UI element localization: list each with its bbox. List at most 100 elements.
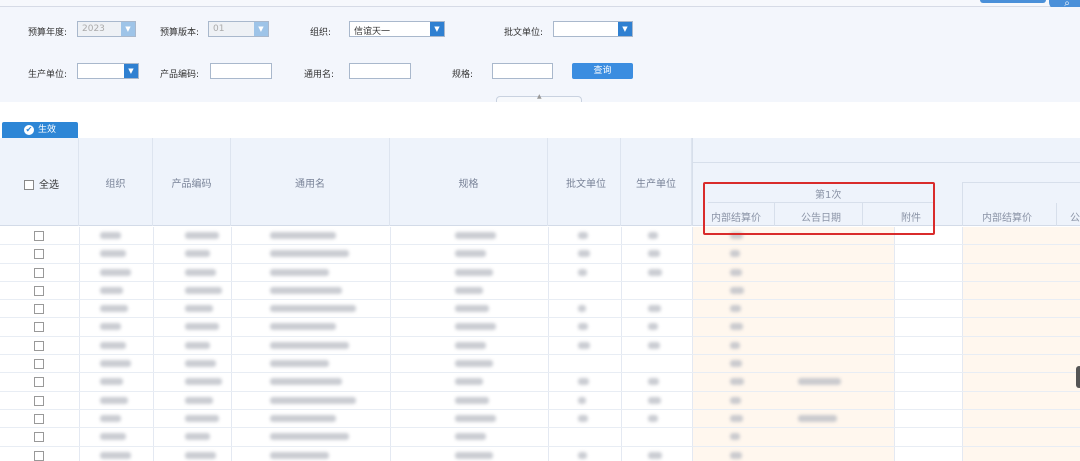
filter-panel: 预算年度: 2023 ▼ 预算版本: 01 ▼ 组织: 信谊天一 ▼ 批文单位:… bbox=[0, 7, 1080, 102]
budget-version-label: 预算版本: bbox=[160, 28, 200, 38]
common-name-input[interactable] bbox=[349, 63, 411, 79]
obscured-cell bbox=[798, 378, 841, 386]
obscured-cell bbox=[455, 451, 493, 459]
chevron-down-icon[interactable]: ▼ bbox=[618, 22, 632, 36]
table-row[interactable] bbox=[0, 373, 1080, 392]
obscured-cell bbox=[455, 323, 496, 331]
row-checkbox[interactable] bbox=[34, 432, 44, 443]
row-checkbox[interactable] bbox=[34, 340, 44, 351]
production-unit-select[interactable]: ▼ bbox=[77, 63, 139, 79]
org-select[interactable]: 信谊天一 ▼ bbox=[349, 21, 445, 37]
obscured-cell bbox=[648, 414, 658, 422]
table-row[interactable] bbox=[0, 428, 1080, 447]
obscured-cell bbox=[730, 341, 740, 349]
obscured-cell bbox=[578, 250, 591, 258]
obscured-cell bbox=[270, 341, 349, 349]
row-checkbox[interactable] bbox=[34, 304, 44, 315]
row-checkbox[interactable] bbox=[34, 267, 44, 278]
obscured-cell bbox=[270, 286, 343, 294]
obscured-cell bbox=[648, 323, 658, 331]
obscured-cell bbox=[578, 232, 589, 239]
table-row[interactable] bbox=[0, 245, 1080, 264]
top-tab-indicator bbox=[980, 0, 1046, 3]
table-row[interactable] bbox=[0, 337, 1080, 356]
table-row[interactable] bbox=[0, 318, 1080, 337]
horizontal-scrollbar-thumb[interactable] bbox=[1076, 366, 1080, 388]
obscured-cell bbox=[100, 250, 126, 258]
spec-input[interactable] bbox=[492, 63, 553, 79]
row-checkbox[interactable] bbox=[34, 231, 44, 241]
obscured-cell bbox=[100, 378, 124, 386]
col-header-production-unit[interactable]: 生产单位 bbox=[621, 138, 692, 226]
obscured-cell bbox=[185, 396, 214, 404]
col-header-internal-price-2[interactable]: 内部结算价 bbox=[982, 209, 1032, 224]
select-all[interactable]: 全选 bbox=[24, 176, 59, 191]
budget-version-select[interactable]: 01 ▼ bbox=[208, 21, 269, 37]
org-label: 组织: bbox=[310, 28, 332, 38]
obscured-cell bbox=[578, 323, 589, 331]
col-header-common-name[interactable]: 通用名 bbox=[231, 138, 390, 226]
group2-top-line bbox=[962, 182, 1080, 183]
obscured-cell bbox=[798, 414, 837, 422]
obscured-cell bbox=[100, 433, 126, 441]
col-header-org[interactable]: 组织 bbox=[79, 138, 153, 226]
generate-button[interactable]: ✔ 生效 bbox=[2, 122, 78, 138]
row-checkbox[interactable] bbox=[34, 413, 44, 424]
table-row[interactable] bbox=[0, 300, 1080, 319]
obscured-cell bbox=[455, 268, 493, 276]
table-row[interactable] bbox=[0, 447, 1080, 461]
obscured-cell bbox=[730, 286, 745, 294]
obscured-cell bbox=[730, 250, 740, 258]
query-button[interactable]: 查询 bbox=[572, 63, 633, 79]
chevron-up-icon: ▲ bbox=[537, 93, 542, 100]
chevron-down-icon[interactable]: ▼ bbox=[430, 22, 444, 36]
row-checkbox[interactable] bbox=[34, 395, 44, 406]
obscured-cell bbox=[100, 341, 126, 349]
obscured-cell bbox=[100, 451, 131, 459]
col-header-approval-unit[interactable]: 批文单位 bbox=[548, 138, 621, 226]
obscured-cell bbox=[578, 378, 590, 386]
row-checkbox[interactable] bbox=[34, 359, 44, 370]
col-header-spec[interactable]: 规格 bbox=[390, 138, 548, 226]
obscured-cell bbox=[455, 232, 496, 239]
chevron-down-icon[interactable]: ▼ bbox=[124, 64, 138, 78]
table-row[interactable] bbox=[0, 410, 1080, 429]
grid-body bbox=[0, 227, 1080, 461]
obscured-cell bbox=[270, 433, 349, 441]
obscured-cell bbox=[185, 268, 216, 276]
obscured-cell bbox=[455, 378, 483, 386]
table-row[interactable] bbox=[0, 282, 1080, 301]
chevron-down-icon[interactable]: ▼ bbox=[254, 22, 268, 36]
obscured-cell bbox=[648, 396, 662, 404]
row-checkbox[interactable] bbox=[34, 450, 44, 461]
obscured-cell bbox=[730, 268, 743, 276]
approval-unit-select[interactable]: ▼ bbox=[553, 21, 633, 37]
obscured-cell bbox=[648, 250, 661, 258]
obscured-cell bbox=[185, 305, 214, 313]
row-checkbox[interactable] bbox=[34, 285, 44, 296]
chevron-down-icon[interactable]: ▼ bbox=[121, 22, 135, 36]
production-unit-label: 生产单位: bbox=[28, 70, 68, 80]
obscured-cell bbox=[270, 323, 336, 331]
obscured-cell bbox=[578, 414, 589, 422]
budget-version-value: 01 bbox=[213, 24, 225, 34]
obscured-cell bbox=[578, 451, 588, 459]
select-all-label: 全选 bbox=[39, 180, 59, 191]
obscured-cell bbox=[648, 341, 661, 349]
col-header-announce-date-2[interactable]: 公 bbox=[1070, 209, 1080, 224]
product-code-input[interactable] bbox=[210, 63, 272, 79]
row-checkbox[interactable] bbox=[34, 377, 44, 388]
table-row[interactable] bbox=[0, 392, 1080, 410]
row-checkbox[interactable] bbox=[34, 249, 44, 260]
budget-year-select[interactable]: 2023 ▼ bbox=[77, 21, 136, 37]
obscured-cell bbox=[270, 396, 356, 404]
select-all-checkbox[interactable] bbox=[24, 180, 34, 190]
row-checkbox[interactable] bbox=[34, 322, 44, 333]
table-row[interactable] bbox=[0, 264, 1080, 282]
table-row[interactable] bbox=[0, 355, 1080, 374]
obscured-cell bbox=[270, 451, 329, 459]
obscured-cell bbox=[730, 433, 740, 441]
obscured-cell bbox=[455, 433, 487, 441]
obscured-cell bbox=[185, 323, 219, 331]
col-header-product-code[interactable]: 产品编码 bbox=[153, 138, 231, 226]
